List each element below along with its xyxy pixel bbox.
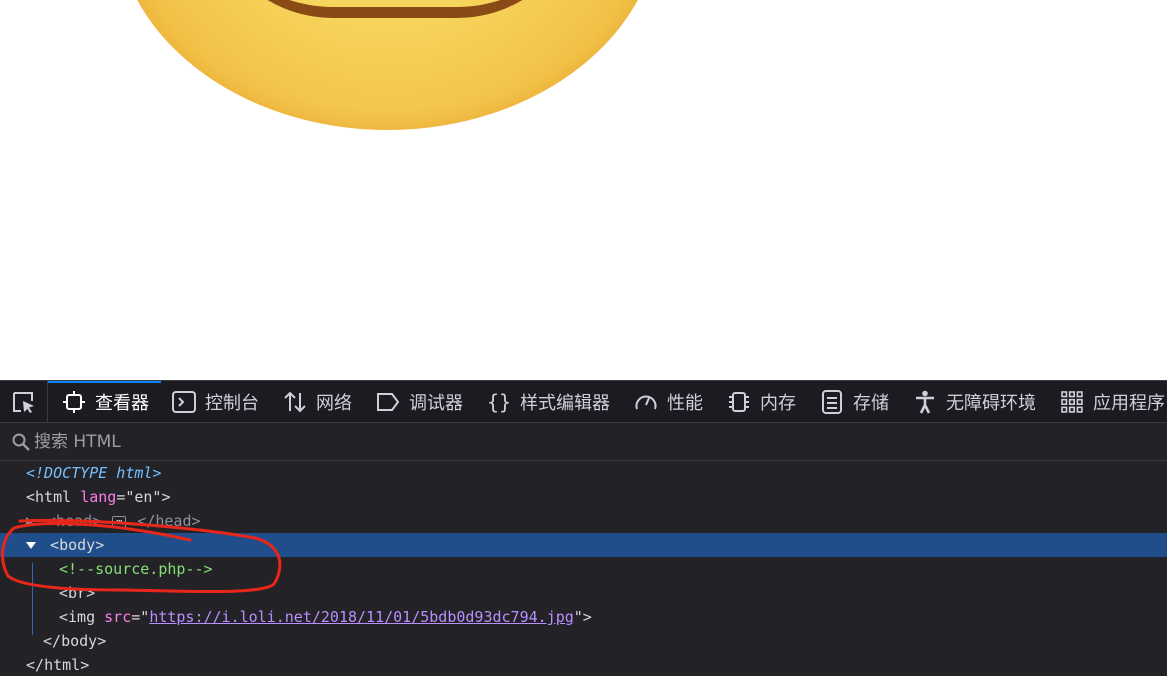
node-html[interactable]: <html lang="en"> [0, 485, 1167, 509]
node-html-close[interactable]: </html> [0, 653, 1167, 677]
tab-label: 查看器 [95, 393, 149, 414]
indent-guide [32, 563, 33, 635]
tab-memory[interactable]: 内存 [727, 381, 796, 423]
img-src-link[interactable]: https://i.loli.net/2018/11/01/5bdb0d93dc… [149, 608, 573, 626]
gauge-icon [634, 390, 658, 414]
search-html-input[interactable] [34, 431, 434, 452]
expand-ellipsis-button[interactable]: ⋯ [112, 515, 127, 528]
accessibility-icon [913, 390, 937, 414]
tab-label: 存储 [853, 393, 889, 414]
tab-label: 无障碍环境 [946, 393, 1036, 414]
node-img[interactable]: <img src="https://i.loli.net/2018/11/01/… [0, 605, 1167, 629]
tab-label: 控制台 [205, 393, 259, 414]
node-body-close[interactable]: </body> [0, 629, 1167, 653]
tab-label: 应用程序 [1093, 393, 1165, 414]
storage-icon [820, 390, 844, 414]
tab-console[interactable]: 控制台 [172, 381, 259, 423]
tab-accessibility[interactable]: 无障碍环境 [913, 381, 1036, 423]
tab-debugger[interactable]: 调试器 [376, 381, 463, 423]
node-comment[interactable]: <!--source.php--> [0, 557, 1167, 581]
smiley-emoji-image [115, 0, 660, 130]
tab-inspector[interactable]: 查看器 [48, 381, 161, 423]
tab-storage[interactable]: 存储 [820, 381, 889, 423]
html-search-bar [0, 423, 1167, 461]
tab-label: 内存 [760, 393, 796, 414]
debugger-icon [376, 390, 400, 414]
tab-network[interactable]: 网络 [283, 381, 352, 423]
grid-apps-icon [1060, 390, 1084, 414]
tab-label: 性能 [667, 393, 703, 414]
element-picker-icon [12, 391, 34, 413]
tab-style-editor[interactable]: {} 样式编辑器 [487, 381, 610, 423]
collapsed-arrow-icon[interactable] [26, 516, 33, 527]
element-picker-button[interactable] [0, 381, 48, 424]
console-icon [172, 390, 196, 414]
devtools-panel: 查看器 控制台 网络 调试器 {} 样式编辑器 性能 内存 存储 无障碍环境 应… [0, 380, 1167, 676]
memory-chip-icon [727, 390, 751, 414]
tab-performance[interactable]: 性能 [634, 381, 703, 423]
node-doctype[interactable]: <!DOCTYPE html> [0, 461, 1167, 485]
network-arrows-icon [283, 390, 307, 414]
node-head[interactable]: <head> ⋯ </head> [0, 509, 1167, 533]
tab-label: 网络 [316, 393, 352, 414]
tab-label: 样式编辑器 [520, 393, 610, 414]
node-body-selected[interactable]: <body> [0, 533, 1167, 557]
devtools-toolbar: 查看器 控制台 网络 调试器 {} 样式编辑器 性能 内存 存储 无障碍环境 应… [0, 380, 1167, 424]
node-br[interactable]: <br> [0, 581, 1167, 605]
tab-label: 调试器 [409, 393, 463, 414]
braces-icon: {} [486, 390, 512, 414]
tab-application[interactable]: 应用程序 [1060, 381, 1165, 423]
search-icon [11, 432, 31, 452]
inspector-icon [62, 390, 86, 414]
expanded-arrow-icon[interactable] [26, 542, 36, 549]
page-viewport [0, 0, 1167, 380]
